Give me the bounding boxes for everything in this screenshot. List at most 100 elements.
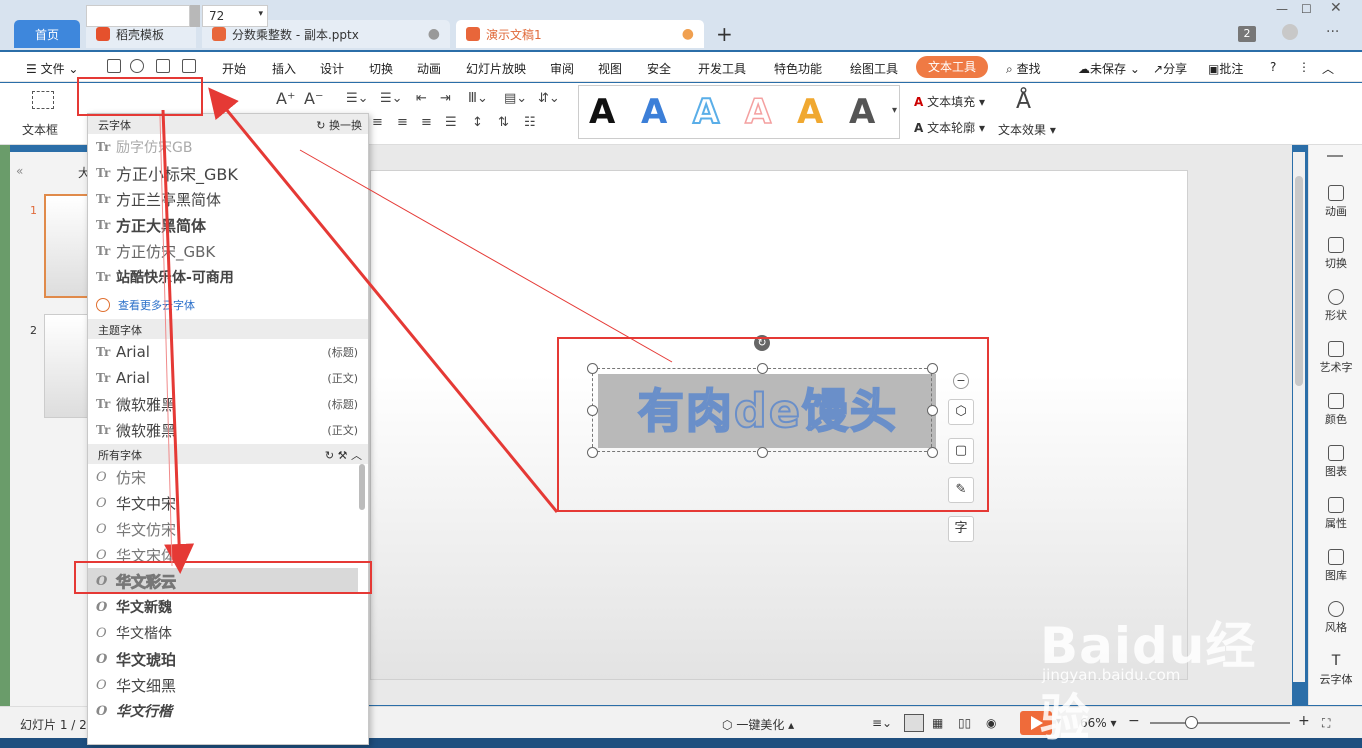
fit-window-icon[interactable]: ⛶ [1322,716,1330,731]
refresh-cloud-button[interactable]: ↻ 换一换 [316,117,362,133]
unsaved-button[interactable]: ☁未保存 ⌄ [1078,60,1140,77]
indent-icon[interactable]: ⇥ [440,91,451,106]
text-outline-button[interactable]: A 文本轮廓 ▾ [914,119,985,136]
menu-security[interactable]: 安全 [647,60,671,77]
menu-drawing-tools[interactable]: 绘图工具 [850,60,898,77]
style-blue-outline[interactable]: A [692,91,720,133]
menu-start[interactable]: 开始 [222,60,246,77]
slide-thumbnail-1[interactable] [44,194,90,298]
font-option[interactable]: Tr 方正仿宋_GBK [88,238,358,264]
menu-animation[interactable]: 动画 [417,60,441,77]
style-orange[interactable]: A [797,92,823,132]
close-icon[interactable]: ✕ [1330,0,1342,16]
grid-view-icon[interactable]: ▦ [932,716,943,730]
help-icon[interactable]: ? [1270,60,1276,74]
refresh-icon[interactable]: ↻ [325,449,334,462]
outdent-icon[interactable]: ⇤ [416,91,427,106]
bullet-list-icon[interactable]: ☰⌄ [346,91,369,106]
columns-icon[interactable]: ▤⌄ [504,91,527,106]
font-option[interactable]: O 华文细黑 [88,672,358,698]
menu-developer[interactable]: 开发工具 [698,60,746,77]
font-size-input[interactable]: 72 ▾ [202,5,268,27]
menu-insert[interactable]: 插入 [272,60,296,77]
zoom-in-icon[interactable]: + [1298,713,1310,729]
collapse-pane-icon[interactable]: « [16,164,23,178]
tab-dot-icon[interactable]: ● [428,26,440,42]
collapse-up-icon[interactable]: ︿ [351,449,362,462]
textbox-icon[interactable] [32,91,54,109]
preview-icon[interactable] [182,59,196,73]
font-option[interactable]: O 华文仿宋 [88,516,358,542]
add-tab-icon[interactable]: + [716,22,733,46]
numbered-list-icon[interactable]: ☰⌄ [380,91,403,106]
unsaved-dot-icon[interactable]: ● [682,26,694,42]
panel-transition[interactable]: 切换 [1309,237,1362,271]
vertical-align-icon[interactable]: ⇵⌄ [538,91,560,106]
font-option[interactable]: O 华文中宋 [88,490,358,516]
collapse-ribbon-icon[interactable]: ︿ [1322,60,1334,77]
tab-home[interactable]: 首页 [14,20,80,48]
menu-design[interactable]: 设计 [320,60,344,77]
panel-gallery[interactable]: 图库 [1309,549,1362,583]
vertical-scrollbar[interactable] [1293,152,1305,682]
menu-slideshow[interactable]: 幻灯片放映 [466,60,526,77]
save-icon[interactable] [107,59,121,73]
font-option[interactable]: Tr 方正小标宋_GBK [88,160,358,186]
style-black[interactable]: A [589,92,615,132]
minimize-icon[interactable]: — [1276,2,1288,16]
font-shrink-icon[interactable]: A⁻ [304,89,323,108]
distribute-icon[interactable]: ☰ [445,115,457,130]
line-spacing-icon[interactable]: ↕ [472,115,483,130]
font-dropdown[interactable]: 云字体 ↻ 换一换 Tr 励字仿宋GB Tr 方正小标宋_GBK Tr 方正兰亭黑简体… [87,113,369,745]
avatar[interactable] [1282,24,1298,40]
print-icon[interactable] [156,59,170,73]
panel-cloud-font[interactable]: T 云字体 [1309,653,1362,687]
font-option[interactable]: Tr 方正兰亭黑简体 [88,186,358,212]
slide-thumbnail-2[interactable] [44,314,90,418]
font-option[interactable]: Tr Arial (正文) [88,365,358,391]
para-settings-icon[interactable]: ☷ [524,115,536,130]
para-spacing-icon[interactable]: ⇅ [498,115,509,130]
align-right-icon[interactable]: ≡ [421,115,432,130]
undo-icon[interactable] [130,59,144,73]
align-center-icon[interactable]: ≡ [397,115,408,130]
reading-view-icon[interactable]: ▯▯ [958,716,971,730]
presenter-view-icon[interactable]: ◉ [986,716,996,730]
font-option[interactable]: O 华文行楷 [88,698,358,724]
beautify-button[interactable]: ⬡ 一键美化 ▴ [722,716,794,733]
text-effect-button[interactable]: 文本效果 ▾ [998,121,1056,138]
more-cloud-fonts-link[interactable]: 查看更多云字体 [96,297,195,313]
panel-style[interactable]: 风格 [1309,601,1362,635]
font-option[interactable]: O 华文新魏 [88,594,358,620]
notes-icon[interactable]: ≡⌄ [872,716,892,730]
font-option[interactable]: Tr Arial (标题) [88,339,358,365]
style-blue[interactable]: A [641,92,667,132]
text-effect-icon[interactable]: Å [1016,89,1031,114]
panel-wordart[interactable]: 艺术字 [1309,341,1362,375]
text-format-icon[interactable]: 字 [948,516,974,542]
font-name-input[interactable] [86,5,190,27]
font-option[interactable]: Tr 微软雅黑 (正文) [88,417,358,443]
menu-more-icon[interactable]: ⋮ [1298,60,1310,74]
menu-text-tools[interactable]: 文本工具 [916,56,988,78]
font-option[interactable]: O 华文琥珀 [88,646,358,672]
scrollbar-thumb[interactable] [1295,176,1303,386]
font-option[interactable]: Tr 站酷快乐体-可商用 [88,264,358,290]
share-button[interactable]: ↗分享 [1153,60,1187,77]
font-option[interactable]: Tr 励字仿宋GB [88,134,358,160]
text-direction-icon[interactable]: Ⅲ⌄ [468,91,488,106]
search-button[interactable]: ⌕ 查找 [1006,60,1041,77]
more-icon[interactable]: ··· [1326,24,1339,40]
menu-features[interactable]: 特色功能 [774,60,822,77]
gallery-more-icon[interactable]: ▾ [892,105,897,116]
style-pink-outline[interactable]: A [744,91,772,133]
panel-chart[interactable]: 图表 [1309,445,1362,479]
align-left-icon[interactable]: ≡ [372,115,383,130]
file-menu[interactable]: ☰ 文件 ⌄ [26,60,78,77]
dropdown-scrollbar-thumb[interactable] [359,464,365,510]
style-gray[interactable]: A [849,92,875,132]
font-grow-icon[interactable]: A⁺ [276,89,295,108]
tab-count-badge[interactable]: 2 [1238,26,1256,42]
menu-transition[interactable]: 切换 [369,60,393,77]
panel-animation[interactable]: 动画 [1309,185,1362,219]
